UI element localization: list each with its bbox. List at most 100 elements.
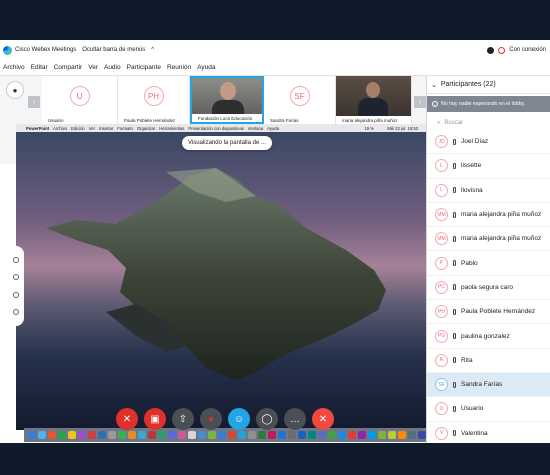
mac-battery: 19 % [364, 125, 374, 131]
participants-button[interactable]: ☺ [228, 408, 250, 430]
avatar: L [435, 183, 448, 197]
thumbnail-sandra[interactable]: SF Sandra Farías [264, 76, 336, 124]
menu-participante[interactable]: Participante [127, 64, 161, 71]
lobby-text: No hay nadie esperando en el lobby. [441, 101, 526, 107]
mic-icon [453, 333, 456, 340]
participant-row[interactable]: JD Joel Díaz [427, 130, 550, 155]
participant-row[interactable]: Llissette [427, 154, 550, 179]
zoom-toolbar [8, 246, 24, 326]
connection-status-icon [498, 46, 506, 54]
participant-row[interactable]: Lllovisna [427, 179, 550, 203]
menu-audio[interactable]: Audio [104, 64, 121, 71]
participant-row[interactable]: V Valentina [427, 422, 550, 443]
strip-next-arrow-icon[interactable]: › [414, 96, 426, 108]
mac-menu-item: Archivo [53, 125, 68, 131]
connection-status[interactable]: Con conexión [509, 47, 546, 53]
title-bar: Cisco Webex Meetings Ocultar barra de me… [0, 40, 550, 60]
avatar: MM [435, 232, 448, 246]
participant-video [192, 78, 262, 118]
menu-compartir[interactable]: Compartir [54, 64, 83, 71]
zoom-fit-icon[interactable] [13, 291, 19, 298]
participant-row[interactable]: MM maria alejandra piña muñoz [427, 203, 550, 228]
chat-button[interactable]: ◯ [256, 408, 278, 430]
unmute-button[interactable]: ✕ [116, 408, 138, 430]
participant-row[interactable]: R Rita [427, 349, 550, 373]
menu-bar: Archivo Editar Compartir Ver Audio Parti… [0, 60, 550, 76]
participants-icon: ☺ [233, 413, 245, 425]
mic-icon [453, 381, 456, 388]
strip-prev-arrow-icon[interactable]: ‹ [28, 96, 40, 108]
mic-icon [453, 308, 456, 315]
participant-row[interactable]: U Usuario [427, 397, 550, 422]
thumbnail-fundacion[interactable]: Fundación Loca Educación [190, 76, 264, 124]
hide-menu-button[interactable]: Ocultar barra de menús [82, 47, 145, 53]
mic-muted-icon: ✕ [122, 413, 132, 425]
sharing-indicator[interactable]: Visualizando la pantalla de ... [182, 136, 272, 150]
thumbnail-name: Fundación Loca Educación [192, 114, 262, 122]
avatar: V [435, 426, 448, 440]
mic-icon [453, 284, 456, 291]
record-icon: ● [207, 413, 215, 425]
avatar: L [435, 159, 448, 173]
mic-icon [453, 162, 456, 169]
thumbnail-name: Paula Poblete Hernández [118, 116, 189, 124]
shared-mac-menubar: PowerPoint Archivo Edición Ver Insertar … [16, 124, 426, 132]
info-icon[interactable] [487, 46, 495, 54]
webex-window: Cisco Webex Meetings Ocultar barra de me… [0, 40, 550, 443]
record-button[interactable]: ● [200, 408, 222, 430]
mic-icon [453, 357, 456, 364]
search-input[interactable]: Buscar [444, 120, 463, 126]
participant-name: maria alejandra piña muñoz [461, 235, 542, 243]
thumbnail-paula[interactable]: PH Paula Poblete Hernández [118, 76, 190, 124]
menu-ayuda[interactable]: Ayuda [197, 64, 215, 71]
participant-search[interactable]: ⌕ Buscar [427, 116, 550, 130]
thumbnail-usuario[interactable]: U Usuario [42, 76, 118, 124]
share-icon: ⇧ [178, 413, 188, 425]
participant-name: maria alejandra piña muñoz [461, 211, 542, 219]
participant-name: Pablo [461, 259, 478, 267]
layout-toggle-icon[interactable]: ● [6, 81, 24, 99]
mac-menu-item: Ver [88, 125, 96, 131]
thumbnail-name: maria alejandra piña muñoz [336, 116, 411, 124]
participant-name: llovisna [461, 186, 483, 194]
participant-row[interactable]: SF Sandra Farías [427, 372, 550, 398]
start-video-button[interactable]: ▣ [144, 408, 166, 430]
participant-row[interactable]: PC paola segura caro [427, 276, 550, 301]
avatar: SF [289, 86, 310, 106]
zoom-in-icon[interactable] [13, 257, 19, 264]
participant-row[interactable]: PH Paula Poblete Hernández [427, 300, 550, 325]
more-options-button[interactable]: … [284, 408, 306, 430]
zoom-out-icon[interactable] [13, 274, 19, 281]
mac-clock: Mié 22 jul. 15:53 [387, 125, 418, 131]
participant-row[interactable]: PG paulina gonzalez [427, 324, 550, 349]
participant-row[interactable]: MM maria alejandra piña muñoz [427, 227, 550, 252]
chevron-up-icon[interactable]: ^ [151, 47, 154, 53]
menu-editar[interactable]: Editar [31, 64, 48, 71]
chat-icon: ◯ [261, 413, 273, 425]
avatar: R [435, 353, 448, 367]
participant-name: paola segura caro [461, 283, 514, 291]
share-button[interactable]: ⇧ [172, 408, 194, 430]
mac-menu-item: Edición [71, 125, 85, 131]
participants-title: Participantes (22) [440, 81, 496, 88]
participant-name: Valentina [461, 429, 488, 437]
mic-icon [453, 430, 456, 437]
participant-name: Paula Poblete Hernández [461, 308, 536, 316]
participants-header[interactable]: ⌄ Participantes (22) [427, 76, 550, 94]
chevron-down-icon[interactable]: ⌄ [431, 81, 437, 89]
video-off-icon: ▣ [150, 413, 160, 425]
mic-icon [453, 235, 456, 242]
menu-ver[interactable]: Ver [88, 64, 98, 71]
leave-meeting-button[interactable]: ✕ [312, 408, 334, 430]
zoom-reset-icon[interactable] [13, 308, 19, 315]
menu-archivo[interactable]: Archivo [3, 64, 25, 71]
mac-menu-item: Herramientas [159, 125, 185, 131]
mic-icon [453, 260, 456, 267]
menu-reunion[interactable]: Reunión [167, 64, 191, 71]
island-wallpaper [46, 168, 386, 380]
participant-list: JD Joel Díaz Llissette Lllovisna MM maria ale… [427, 130, 550, 443]
mic-icon [453, 187, 456, 194]
participant-row[interactable]: P Pablo [427, 251, 550, 276]
desktop-wallpaper [16, 132, 426, 430]
thumbnail-maria[interactable]: maria alejandra piña muñoz [336, 76, 412, 124]
